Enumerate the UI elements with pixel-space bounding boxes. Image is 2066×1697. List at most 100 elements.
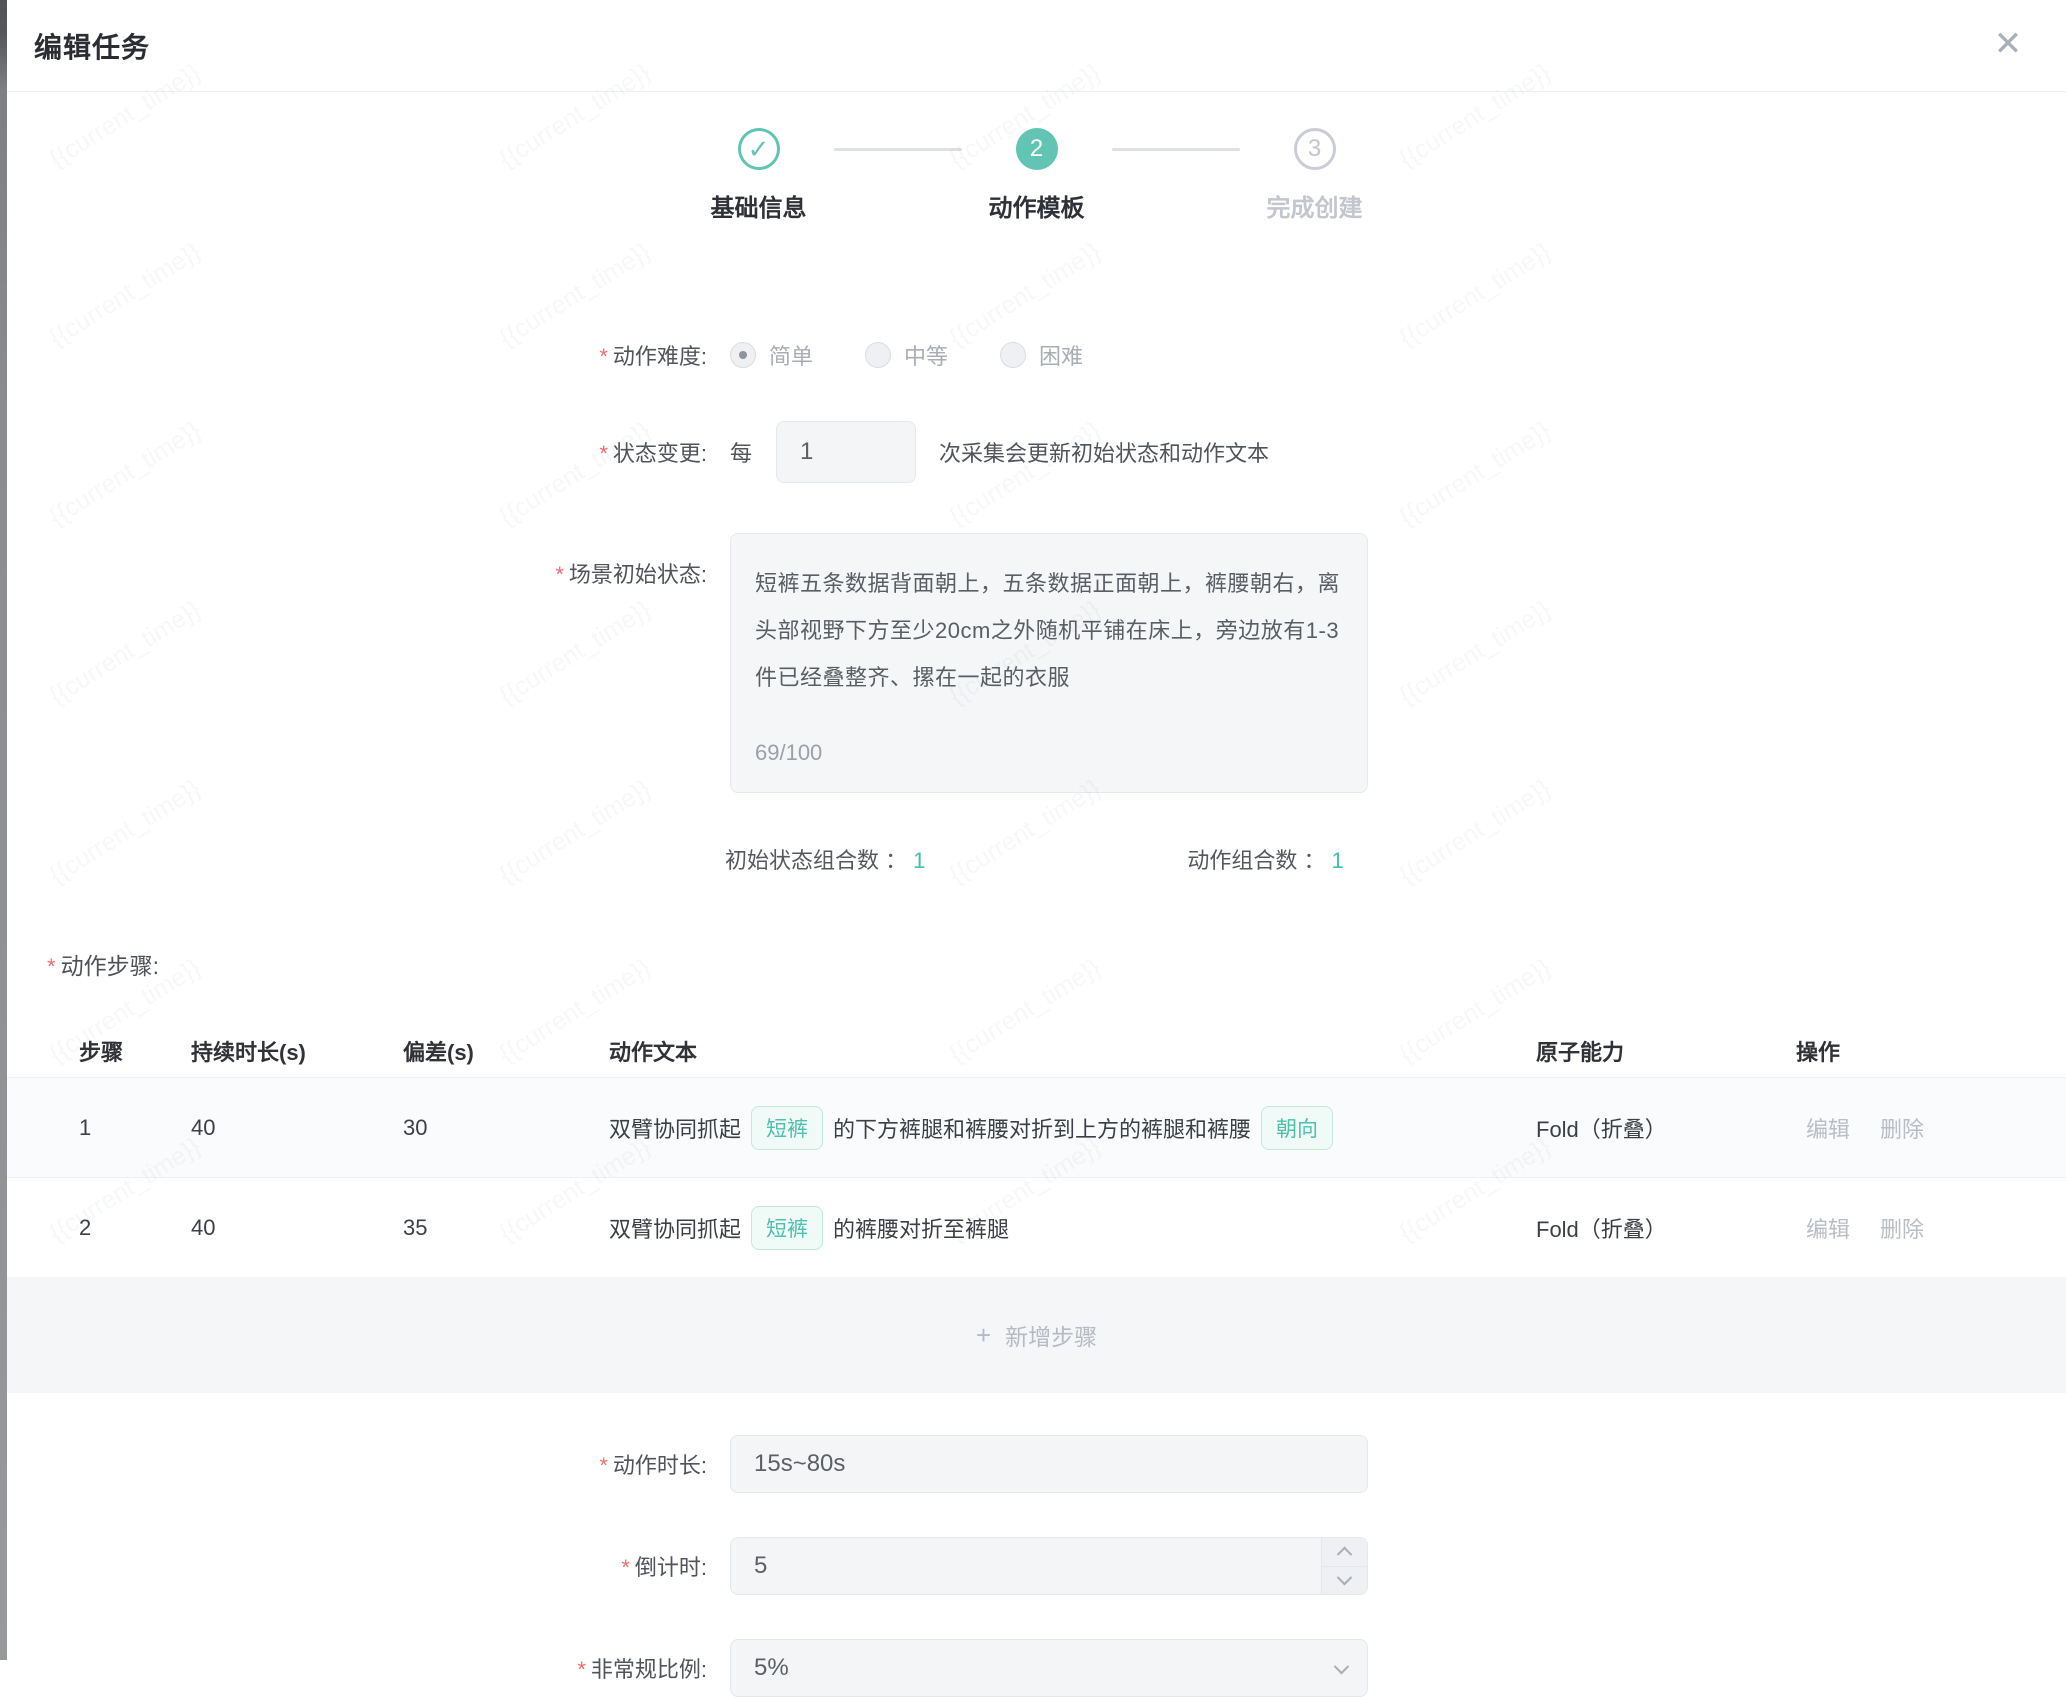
chevron-down-icon [1334, 1659, 1350, 1675]
countdown-input[interactable]: 5 [730, 1537, 1368, 1595]
cell-atomic-ability: Fold（折叠） [1536, 1212, 1796, 1244]
required-mark: * [555, 562, 564, 587]
col-header-operations: 操作 [1796, 1035, 2066, 1067]
step-number: 2 [1016, 128, 1058, 170]
col-header-action-text: 动作文本 [609, 1035, 1536, 1067]
table-row: 2 40 35 双臂协同抓起 短裤 的裤腰对折至裤腿 Fold（折叠） 编辑 删… [7, 1177, 2066, 1277]
col-header-step: 步骤 [79, 1035, 191, 1067]
step-label: 基础信息 [711, 188, 807, 223]
add-step-button[interactable]: + 新增步骤 [7, 1277, 2066, 1393]
table-row: 1 40 30 双臂协同抓起 短裤 的下方裤腿和裤腰对折到上方的裤腿和裤腰 朝向… [7, 1077, 2066, 1177]
table-header-row: 步骤 持续时长(s) 偏差(s) 动作文本 原子能力 操作 [7, 1025, 2066, 1077]
combo-label: 动作组合数 ： [1187, 848, 1325, 873]
action-text-part: 的裤腰对折至裤腿 [833, 1212, 1009, 1244]
col-header-duration: 持续时长(s) [191, 1035, 403, 1067]
radio-difficulty-hard[interactable]: 困难 [1000, 339, 1083, 371]
plus-icon: + [976, 1320, 991, 1351]
radio-icon [1000, 342, 1026, 368]
cell-operations: 编辑 删除 [1796, 1112, 2066, 1144]
edit-link[interactable]: 编辑 [1806, 1212, 1850, 1244]
state-change-suffix: 次采集会更新初始状态和动作文本 [939, 436, 1269, 468]
cell-atomic-ability: Fold（折叠） [1536, 1112, 1796, 1144]
ratio-value: 5% [754, 1654, 789, 1682]
dialog-header: 编辑任务 ✕ [7, 0, 2066, 92]
radio-difficulty-easy[interactable]: 简单 [730, 339, 813, 371]
action-steps-table: 步骤 持续时长(s) 偏差(s) 动作文本 原子能力 操作 1 40 30 双臂… [7, 1025, 2066, 1393]
scene-initial-label: *场景初始状态: [7, 533, 707, 589]
cell-step: 2 [79, 1215, 191, 1241]
countdown-value: 5 [754, 1552, 767, 1580]
cell-duration: 40 [191, 1215, 403, 1241]
stepper-connector [834, 148, 962, 151]
number-stepper [1321, 1538, 1367, 1594]
step-basic-info: ✓ 基础信息 [684, 128, 834, 223]
step-label: 完成创建 [1267, 188, 1363, 223]
countdown-label: *倒计时: [7, 1550, 707, 1582]
decrement-button[interactable] [1322, 1566, 1367, 1595]
state-change-input[interactable]: 1 [776, 421, 916, 483]
step-number: 3 [1294, 128, 1336, 170]
unconventional-ratio-label: *非常规比例: [7, 1652, 707, 1684]
object-tag: 短裤 [751, 1106, 823, 1150]
radio-label: 中等 [904, 339, 948, 371]
action-duration-input[interactable]: 15s~80s [730, 1435, 1368, 1493]
cell-duration: 40 [191, 1115, 403, 1141]
unconventional-ratio-row: *非常规比例: 5% [7, 1639, 2066, 1697]
step-action-template: 2 动作模板 [962, 128, 1112, 223]
chevron-down-icon [1337, 1570, 1353, 1586]
wizard-stepper: ✓ 基础信息 2 动作模板 3 完成创建 [7, 128, 2066, 223]
required-mark: * [599, 1453, 608, 1478]
cell-operations: 编辑 删除 [1796, 1212, 2066, 1244]
countdown-row: *倒计时: 5 [7, 1537, 2066, 1595]
edit-link[interactable]: 编辑 [1806, 1112, 1850, 1144]
cell-action-text: 双臂协同抓起 短裤 的裤腰对折至裤腿 [609, 1206, 1536, 1250]
difficulty-row: *动作难度: 简单 中等 困难 [7, 339, 2066, 371]
difficulty-label: *动作难度: [7, 339, 707, 371]
increment-button[interactable] [1322, 1538, 1367, 1566]
action-text-part: 的下方裤腿和裤腰对折到上方的裤腿和裤腰 [833, 1112, 1251, 1144]
required-mark: * [599, 441, 608, 466]
required-mark: * [577, 1657, 586, 1682]
action-duration-label: *动作时长: [7, 1448, 707, 1480]
orientation-tag: 朝向 [1261, 1106, 1333, 1150]
step-label: 动作模板 [989, 188, 1085, 223]
scene-initial-text: 短裤五条数据背面朝上，五条数据正面朝上，裤腰朝右，离头部视野下方至少20cm之外… [755, 571, 1340, 690]
action-combo-count: 动作组合数 ： 1 [1187, 843, 1343, 875]
cell-deviation: 35 [403, 1215, 609, 1241]
action-template-form: *动作难度: 简单 中等 困难 *状态变更: 每 1 [7, 339, 2066, 1697]
unconventional-ratio-select[interactable]: 5% [730, 1639, 1368, 1697]
cell-deviation: 30 [403, 1115, 609, 1141]
initial-state-combo-count: 初始状态组合数 ：1 [725, 843, 925, 875]
close-icon[interactable]: ✕ [1986, 22, 2030, 66]
delete-link[interactable]: 删除 [1880, 1112, 1924, 1144]
delete-link[interactable]: 删除 [1880, 1212, 1924, 1244]
radio-label: 简单 [769, 339, 813, 371]
combo-value: 1 [1332, 848, 1344, 873]
combination-counts-row: 初始状态组合数 ：1 动作组合数 ：1 [725, 843, 2066, 875]
action-steps-section-label: *动作步骤: [47, 947, 2066, 981]
radio-icon [865, 342, 891, 368]
state-change-label: *状态变更: [7, 436, 707, 468]
check-icon: ✓ [738, 128, 780, 170]
scene-initial-textarea[interactable]: 短裤五条数据背面朝上，五条数据正面朝上，裤腰朝右，离头部视野下方至少20cm之外… [730, 533, 1368, 793]
required-mark: * [599, 344, 608, 369]
radio-difficulty-medium[interactable]: 中等 [865, 339, 948, 371]
bottom-form: *动作时长: 15s~80s *倒计时: 5 [7, 1435, 2066, 1697]
col-header-deviation: 偏差(s) [403, 1035, 609, 1067]
page-backdrop-edge [0, 0, 7, 1660]
radio-label: 困难 [1039, 339, 1083, 371]
action-duration-row: *动作时长: 15s~80s [7, 1435, 2066, 1493]
col-header-atomic-ability: 原子能力 [1536, 1035, 1796, 1067]
radio-icon [730, 342, 756, 368]
cell-action-text: 双臂协同抓起 短裤 的下方裤腿和裤腰对折到上方的裤腿和裤腰 朝向 [609, 1106, 1536, 1150]
combo-value: 1 [913, 848, 925, 873]
required-mark: * [621, 1555, 630, 1580]
object-tag: 短裤 [751, 1206, 823, 1250]
cell-step: 1 [79, 1115, 191, 1141]
char-counter: 69/100 [755, 729, 822, 776]
step-finish: 3 完成创建 [1240, 128, 1390, 223]
combo-label: 初始状态组合数 ： [725, 848, 907, 873]
state-change-prefix: 每 [730, 436, 752, 468]
action-text-part: 双臂协同抓起 [609, 1112, 741, 1144]
required-mark: * [47, 954, 56, 979]
